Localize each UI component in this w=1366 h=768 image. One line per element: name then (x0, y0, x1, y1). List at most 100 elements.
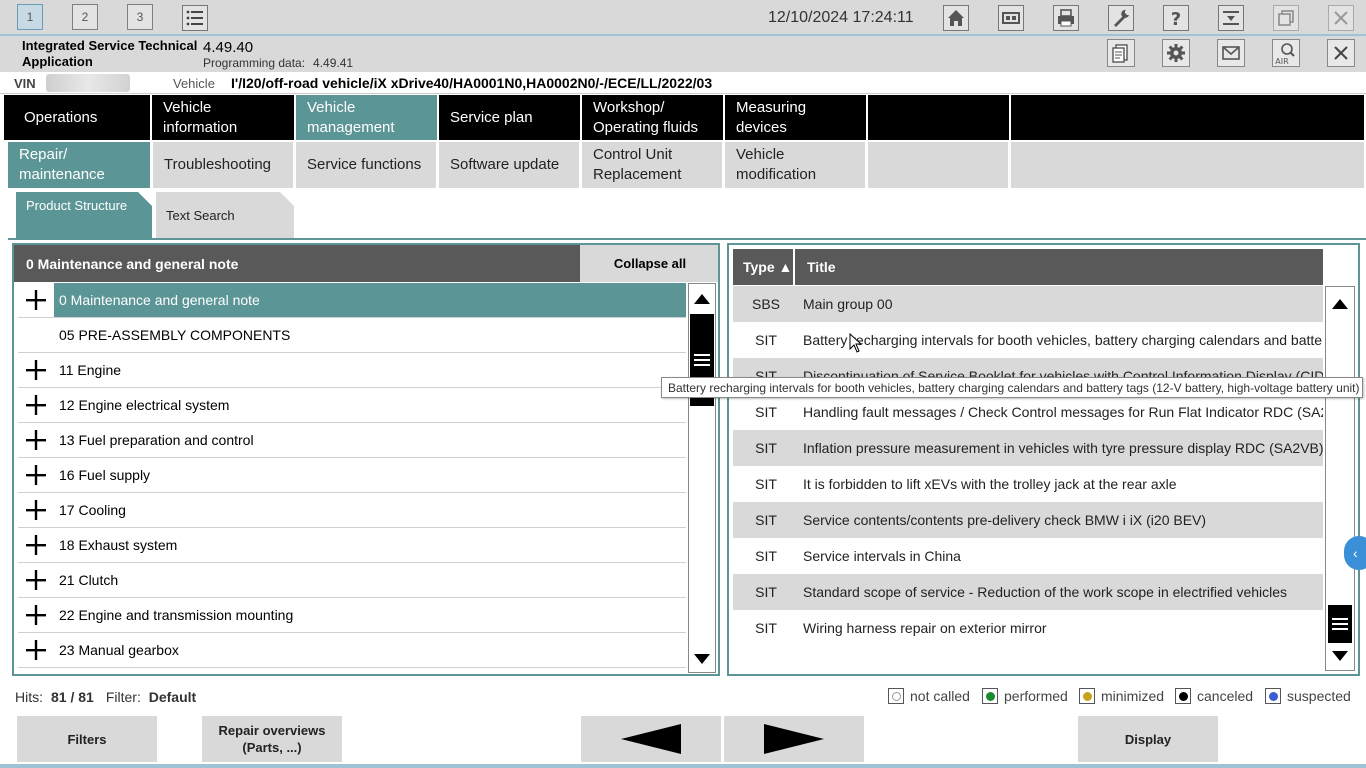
card-reader-icon[interactable] (997, 4, 1025, 32)
home-icon[interactable] (942, 4, 970, 32)
mail-icon[interactable] (1217, 39, 1245, 67)
workspace-2-button[interactable]: 2 (72, 4, 98, 30)
tree-item[interactable]: 11 Engine (18, 353, 686, 388)
tree-item[interactable]: 21 Clutch (18, 563, 686, 598)
document-row[interactable]: SIT Handling fault messages / Check Contr… (733, 394, 1323, 430)
status-bar: Hits: 81 / 81 Filter: Default not called p… (0, 684, 1366, 710)
document-row[interactable]: SIT Battery recharging intervals for boot… (733, 322, 1323, 358)
tab-workshop-operating-fluids[interactable]: Workshop/ Operating fluids (582, 95, 725, 140)
tree-item[interactable]: 22 Engine and transmission mounting (18, 598, 686, 633)
tree-item[interactable]: 23 Manual gearbox (18, 633, 686, 668)
tree-item[interactable]: 16 Fuel supply (18, 458, 686, 493)
settings-gear-icon[interactable] (1162, 39, 1190, 67)
expand-plus-icon[interactable] (18, 493, 54, 528)
hits-value: 81 / 81 (51, 689, 94, 705)
document-icon[interactable] (1107, 39, 1135, 67)
workspace-3-button[interactable]: 3 (127, 4, 153, 30)
status-dot-icon (985, 691, 995, 701)
list-icon[interactable] (181, 4, 209, 32)
collapse-all-button[interactable]: Collapse all (580, 245, 718, 282)
scroll-up-icon[interactable] (1327, 291, 1353, 317)
document-row[interactable]: SIT It is forbidden to lift xEVs with the… (733, 466, 1323, 502)
document-type: SIT (755, 404, 777, 420)
air-search-icon[interactable]: AIR (1272, 39, 1300, 67)
tree-item[interactable]: 12 Engine electrical system (18, 388, 686, 423)
tree-item[interactable]: 05 PRE-ASSEMBLY COMPONENTS (18, 318, 686, 353)
expand-plus-icon[interactable] (18, 528, 54, 563)
printer-icon[interactable] (1052, 4, 1080, 32)
tree-item[interactable]: 17 Cooling (18, 493, 686, 528)
tab-operations[interactable]: Operations (4, 95, 152, 140)
next-button[interactable] (724, 716, 864, 762)
tab-measuring-devices[interactable]: Measuring devices (725, 95, 868, 140)
document-row[interactable]: SBS Main group 00 (733, 286, 1323, 322)
tab-text-search[interactable]: Text Search (156, 192, 294, 238)
scroll-down-icon[interactable] (689, 646, 715, 672)
side-panel-toggle[interactable]: ‹ (1344, 536, 1366, 570)
document-row[interactable]: SIT Inflation pressure measurement in veh… (733, 430, 1323, 466)
expand-plus-icon[interactable] (18, 388, 54, 423)
tab-software-update[interactable]: Software update (439, 142, 579, 188)
scroll-up-icon[interactable] (689, 286, 715, 312)
tab-troubleshooting[interactable]: Troubleshooting (153, 142, 293, 188)
expand-plus-icon[interactable] (18, 633, 54, 668)
filters-button[interactable]: Filters (17, 716, 157, 762)
expand-plus-icon[interactable] (18, 563, 54, 598)
tree-item[interactable]: 0 Maintenance and general note (18, 283, 686, 318)
expand-plus-icon[interactable] (18, 423, 54, 458)
document-scrollbar[interactable] (1325, 286, 1355, 671)
app-close-icon[interactable] (1327, 39, 1355, 67)
expand-plus-icon[interactable] (18, 283, 54, 318)
tree-item-label: 0 Maintenance and general note (54, 283, 686, 317)
tree-item-label: 22 Engine and transmission mounting (59, 607, 294, 623)
column-header-title[interactable]: Title (799, 249, 836, 285)
legend-suspected: suspected (1265, 688, 1351, 704)
tree-scrollbar[interactable] (688, 283, 716, 673)
restore-window-icon[interactable] (1272, 4, 1300, 32)
tree-item[interactable]: 18 Exhaust system (18, 528, 686, 563)
tab-vehicle-management[interactable]: Vehicle management (296, 95, 439, 140)
vehicle-label: Vehicle (173, 76, 215, 91)
wrench-icon[interactable] (1107, 4, 1135, 32)
tree-item[interactable]: 13 Fuel preparation and control (18, 423, 686, 458)
workspace-1-button[interactable]: 1 (17, 4, 43, 30)
document-title: Battery recharging intervals for booth v… (803, 332, 1323, 348)
tab-vehicle-modification[interactable]: Vehicle modification (725, 142, 865, 188)
expand-plus-icon[interactable] (18, 458, 54, 493)
document-row[interactable]: SIT Wiring harness repair on exterior mir… (733, 610, 1323, 646)
previous-button[interactable] (581, 716, 721, 762)
document-title: Service intervals in China (803, 548, 961, 564)
vehicle-value: I'/I20/off-road vehicle/iX xDrive40/HA00… (231, 75, 713, 91)
tab-product-structure[interactable]: Product Structure (16, 192, 152, 238)
document-type: SIT (755, 476, 777, 492)
close-icon[interactable] (1327, 4, 1355, 32)
tab-vehicle-information[interactable]: Vehicle information (152, 95, 296, 140)
help-icon[interactable]: ? (1162, 4, 1190, 32)
svg-text:AIR: AIR (1275, 57, 1289, 66)
document-row[interactable]: SIT Service intervals in China (733, 538, 1323, 574)
document-row[interactable]: SIT Standard scope of service - Reduction… (733, 574, 1323, 610)
document-row[interactable]: SIT Service contents/contents pre-deliver… (733, 502, 1323, 538)
scroll-thumb[interactable] (1328, 605, 1352, 643)
tab-service-functions[interactable]: Service functions (296, 142, 436, 188)
document-type: SBS (751, 296, 780, 312)
tree-list: 0 Maintenance and general note 05 PRE-ASS… (18, 283, 686, 673)
tab-repair-maintenance[interactable]: Repair/ maintenance (8, 142, 150, 188)
document-type: SIT (755, 332, 777, 348)
expand-plus-icon[interactable] (18, 353, 54, 388)
tree-item-label: 13 Fuel preparation and control (59, 432, 254, 448)
document-title: Handling fault messages / Check Control … (803, 404, 1323, 420)
repair-overviews-button[interactable]: Repair overviews (Parts, ...) (202, 716, 342, 762)
tab-control-unit-replacement[interactable]: Control Unit Replacement (582, 142, 722, 188)
tab-service-plan[interactable]: Service plan (439, 95, 582, 140)
display-button[interactable]: Display (1078, 716, 1218, 762)
legend-performed: performed (982, 688, 1068, 704)
bottom-border (0, 764, 1366, 768)
download-icon[interactable] (1217, 4, 1245, 32)
app-version: 4.49.40 (203, 39, 254, 56)
scroll-down-icon[interactable] (1327, 643, 1353, 669)
tree-item-label: 16 Fuel supply (59, 467, 151, 483)
expand-plus-icon[interactable] (18, 598, 54, 633)
column-header-type[interactable]: Type ▲ (733, 249, 795, 285)
